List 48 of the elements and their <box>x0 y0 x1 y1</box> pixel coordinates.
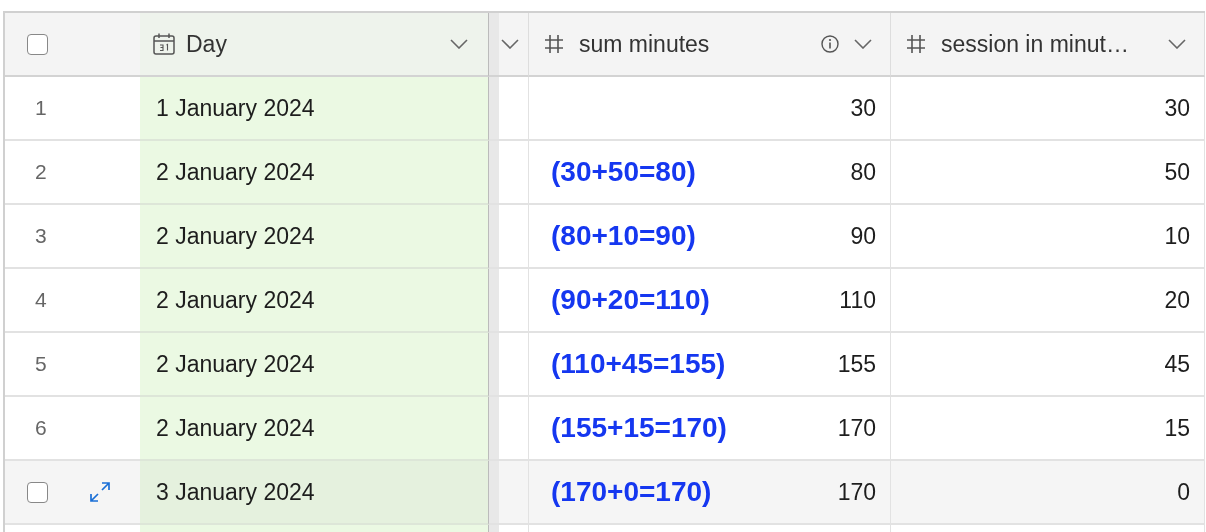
row-number: 5 <box>34 352 47 376</box>
table-cell: 3 January 2024 <box>140 461 489 525</box>
chevron-down-icon[interactable] <box>1168 39 1186 49</box>
table-cell: 80 <box>850 158 876 186</box>
chevron-down-icon[interactable] <box>854 39 872 49</box>
table-cell: 2 January 2024 <box>140 141 489 205</box>
table-cell: 110 <box>839 286 876 314</box>
column-header[interactable]: Day <box>140 13 489 77</box>
annotation-text: (110+45=155) <box>551 348 726 380</box>
annotation-text: (30+50=80) <box>551 156 696 188</box>
row-number: 1 <box>34 96 47 120</box>
table-cell: 20 <box>1164 286 1190 314</box>
table-cell: 90 <box>850 222 876 250</box>
table-cell: 0 <box>1177 478 1190 506</box>
table-cell: 2 January 2024 <box>140 269 489 333</box>
column-header[interactable]: sum minutes <box>529 13 891 77</box>
checkbox[interactable] <box>27 33 48 55</box>
row-number: 4 <box>34 288 47 312</box>
annotation-text: (90+20=110) <box>551 284 710 316</box>
table-cell: 2 January 2024 <box>140 205 489 269</box>
table-cell: 170 <box>837 478 876 506</box>
annotation-text: (155+15=170) <box>551 412 727 444</box>
checkbox[interactable] <box>27 481 48 503</box>
table-cell: 50 <box>1164 158 1190 186</box>
hash-icon <box>905 33 927 55</box>
annotation-text: (80+10=90) <box>551 220 696 252</box>
row-number: 3 <box>34 224 47 248</box>
column-header[interactable]: session in minut… <box>891 13 1205 77</box>
hash-icon <box>543 33 565 55</box>
table-cell: 30 <box>1164 94 1190 122</box>
table-cell: 15 <box>1164 414 1190 442</box>
expand-icon[interactable] <box>88 480 112 504</box>
table-cell: 170 <box>837 414 876 442</box>
row-number: 6 <box>34 416 47 440</box>
table-cell: 10 <box>1164 222 1190 250</box>
annotation-text: (170+0=170) <box>551 476 712 508</box>
row-number: 2 <box>34 160 47 184</box>
table-cell: 45 <box>1164 350 1190 378</box>
table-cell: 1 January 2024 <box>140 77 489 141</box>
table-cell: 2 January 2024 <box>140 397 489 461</box>
chevron-down-icon[interactable] <box>501 39 519 49</box>
calendar-icon <box>152 32 176 56</box>
chevron-down-icon[interactable] <box>450 39 468 49</box>
table-cell: 155 <box>837 350 876 378</box>
row-header-cell[interactable] <box>5 461 140 525</box>
table-cell: 30 <box>850 94 876 122</box>
info-icon[interactable] <box>820 34 840 54</box>
table-cell: 2 January 2024 <box>140 333 489 397</box>
